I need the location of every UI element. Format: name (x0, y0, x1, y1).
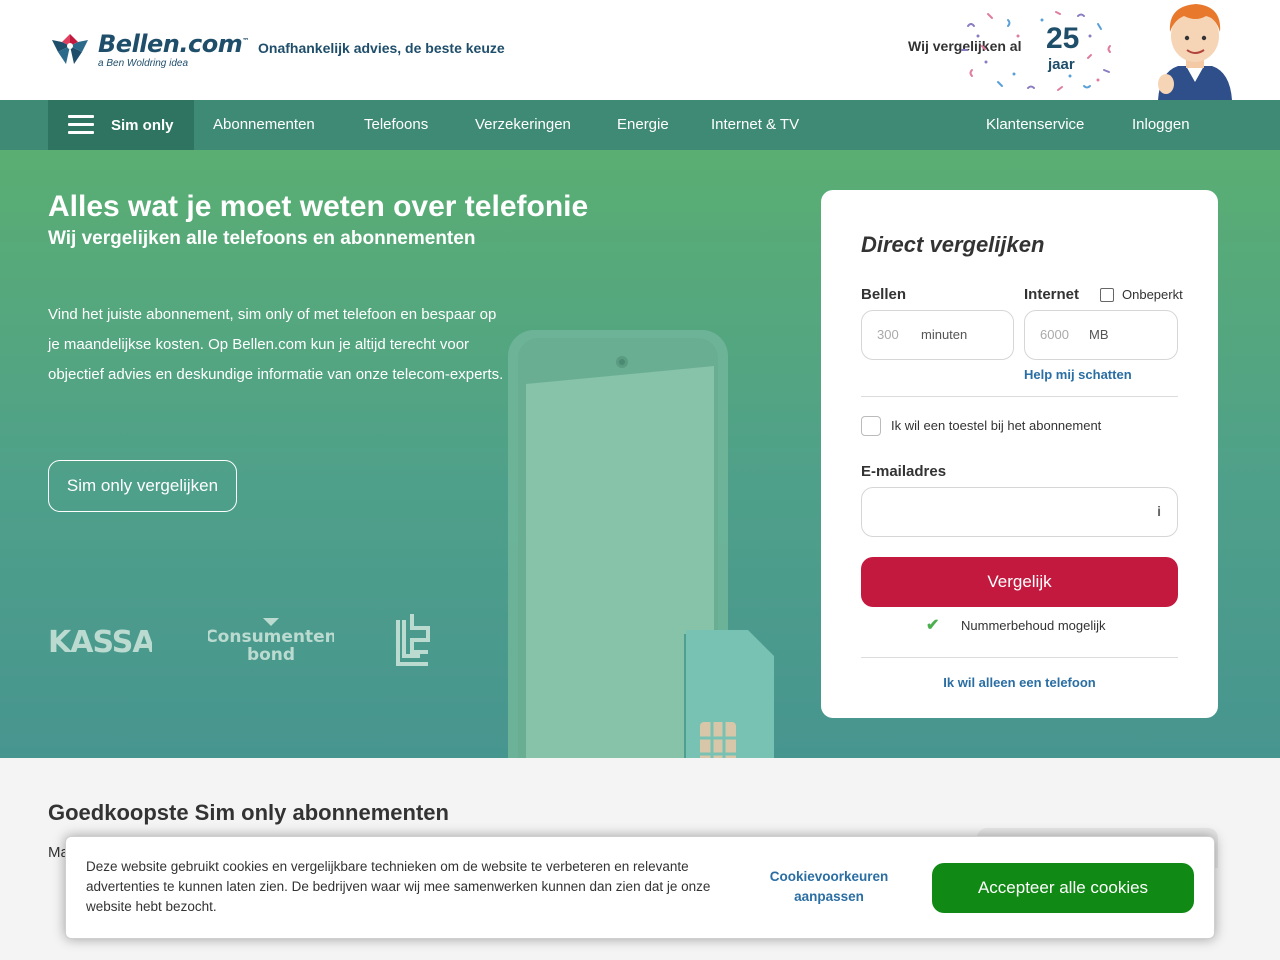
email-input[interactable]: i (861, 487, 1178, 537)
sim-only-compare-button[interactable]: Sim only vergelijken (48, 460, 237, 512)
cookie-text: Deze website gebruikt cookies en vergeli… (86, 859, 711, 914)
consumentenbond-logo-text-1: Consumenten (208, 627, 334, 647)
hero-description: Vind het juiste abonnement, sim only of … (48, 306, 504, 383)
kassa-logo: KASSA (48, 625, 152, 656)
nav-item-verzekeringen[interactable]: Verzekeringen (475, 100, 571, 150)
internet-mb-input[interactable]: 6000 MB (1024, 310, 1178, 360)
checkmark-icon: ✔ (926, 617, 940, 634)
calls-unit: minuten (921, 327, 968, 342)
unlimited-label: Onbeperkt (1122, 287, 1183, 302)
internet-unit: MB (1089, 327, 1109, 342)
mascot-illustration (1158, 4, 1232, 100)
nav-item-telefoons[interactable]: Telefoons (364, 100, 428, 150)
logo-flower-icon (52, 34, 88, 64)
form-divider-bottom (861, 657, 1178, 658)
site-header: Bellen.com™ a Ben Woldring idea Onafhank… (0, 0, 1280, 100)
nav-item-inloggen[interactable]: Inloggen (1132, 100, 1190, 150)
compare-submit-button[interactable]: Vergelijk (861, 557, 1178, 607)
nav-item-internet-tv[interactable]: Internet & TV (711, 100, 799, 150)
sim-card-illustration (684, 630, 774, 758)
device-checkbox-label: Ik wil een toestel bij het abonnement (891, 418, 1102, 433)
main-nav: Sim only Abonnementen Telefoons Verzeker… (0, 100, 1280, 150)
email-label: E-mailadres (861, 463, 947, 480)
tagline: Onafhankelijk advies, de beste keuze (258, 40, 505, 56)
nav-item-abonnementen[interactable]: Abonnementen (213, 100, 315, 150)
nav-item-energie[interactable]: Energie (617, 100, 669, 150)
hero-subtitle: Wij vergelijken alle telefoons en abonne… (48, 228, 476, 249)
logo-subtitle: a Ben Woldring idea (98, 58, 189, 69)
calls-label: Bellen (861, 286, 907, 303)
phone-illustration (508, 330, 774, 758)
logo-name: Bellen.com™ (98, 30, 249, 58)
hero-title: Alles wat je moet weten over telefonie (48, 190, 589, 223)
cheapest-section-title: Goedkoopste Sim only abonnementen (48, 800, 449, 825)
internet-label: Internet (1024, 286, 1080, 303)
calls-placeholder: 300 (877, 327, 899, 342)
phone-only-link[interactable]: Ik wil alleen een telefoon (821, 675, 1218, 690)
hamburger-icon (68, 115, 94, 135)
accept-cookies-button[interactable]: Accepteer alle cookies (932, 863, 1194, 913)
logo[interactable]: Bellen.com™ a Ben Woldring idea (48, 28, 249, 69)
unlimited-checkbox[interactable] (1100, 288, 1114, 302)
logo-trademark: ™ (242, 37, 249, 45)
nav-item-klantenservice[interactable]: Klantenservice (986, 100, 1084, 150)
consumentenbond-logo: Consumenten bond (208, 618, 334, 662)
cookie-preferences-link[interactable]: Cookievoorkeuren aanpassen (761, 867, 897, 907)
internet-placeholder: 6000 (1040, 327, 1069, 342)
kassa-logo-text: KASSA (48, 625, 152, 656)
form-divider (861, 396, 1178, 397)
device-checkbox[interactable] (861, 416, 881, 436)
compare-form: Direct vergelijken Bellen Internet Onbep… (821, 190, 1218, 718)
nav-menu-button[interactable]: Sim only (48, 100, 194, 150)
help-estimate-link[interactable]: Help mij schatten (1024, 367, 1132, 382)
info-icon[interactable]: i (1157, 503, 1161, 519)
calls-minutes-input[interactable]: 300 minuten (861, 310, 1014, 360)
anniversary-number: 25 (1046, 22, 1080, 55)
form-title: Direct vergelijken (861, 232, 1045, 257)
number-keep-text: Nummerbehoud mogelijk (961, 618, 1106, 633)
confetti-decoration (961, 11, 1111, 91)
consumentenbond-logo-text-2: bond (247, 645, 295, 662)
cbs-logo (396, 614, 430, 666)
anniversary-unit: jaar (1048, 56, 1075, 73)
cookie-banner: Deze website gebruikt cookies en vergeli… (65, 836, 1215, 939)
nav-menu-label: Sim only (111, 116, 174, 134)
